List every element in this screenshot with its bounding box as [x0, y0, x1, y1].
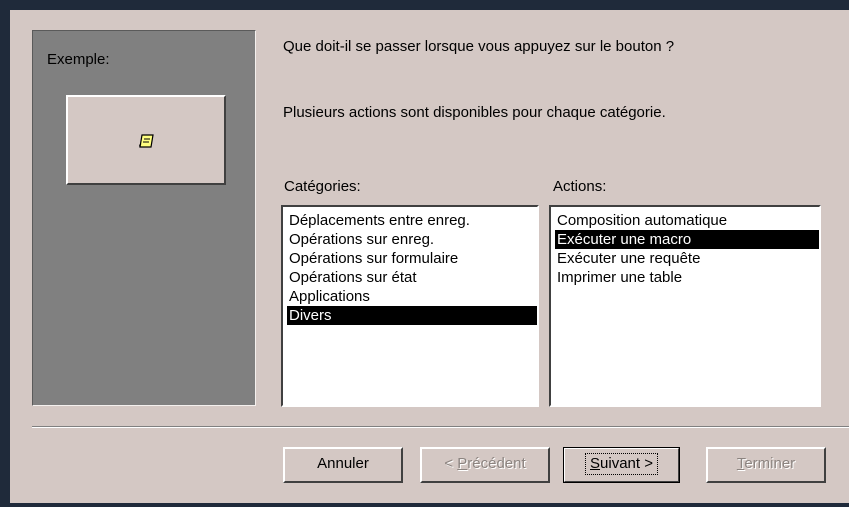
command-button-wizard-dialog: Exemple: Que doit-il se passer lorsque v… [0, 0, 849, 507]
previous-button-rest: récédent [467, 455, 526, 472]
action-item[interactable]: Exécuter une requête [555, 249, 819, 268]
finish-button-rest: erminer [744, 455, 796, 472]
footer-separator [32, 426, 849, 428]
next-button-rest: uivant > [600, 455, 653, 472]
cancel-button[interactable]: Annuler [283, 447, 403, 483]
window-frame-left [0, 0, 10, 507]
scroll-icon [139, 134, 154, 148]
window-frame-bottom [0, 503, 849, 507]
window-frame-top [0, 0, 849, 10]
category-item-selected[interactable]: Divers [287, 306, 537, 325]
example-button-preview [66, 95, 226, 185]
category-item[interactable]: Déplacements entre enreg. [287, 211, 537, 230]
categories-listbox[interactable]: Déplacements entre enreg. Opérations sur… [281, 205, 539, 407]
category-item[interactable]: Opérations sur état [287, 268, 537, 287]
category-item[interactable]: Applications [287, 287, 537, 306]
next-button-focus: Suivant > [585, 453, 658, 475]
next-button-accel: S [590, 455, 601, 472]
cancel-button-label: Annuler [317, 455, 369, 472]
next-button[interactable]: Suivant > [563, 447, 680, 483]
finish-button[interactable]: Terminer [706, 447, 826, 483]
action-item[interactable]: Imprimer une table [555, 268, 819, 287]
category-item[interactable]: Opérations sur formulaire [287, 249, 537, 268]
previous-button-prefix: < [444, 455, 458, 472]
action-item-selected[interactable]: Exécuter une macro [555, 230, 819, 249]
example-label: Exemple: [47, 51, 110, 68]
previous-button[interactable]: < Précédent [420, 447, 550, 483]
categories-label: Catégories: [284, 178, 361, 195]
example-panel: Exemple: [32, 30, 256, 406]
wizard-hint: Plusieurs actions sont disponibles pour … [283, 104, 666, 121]
actions-listbox[interactable]: Composition automatique Exécuter une mac… [549, 205, 821, 407]
action-item[interactable]: Composition automatique [555, 211, 819, 230]
category-item[interactable]: Opérations sur enreg. [287, 230, 537, 249]
previous-button-accel: P [457, 455, 468, 472]
wizard-question: Que doit-il se passer lorsque vous appuy… [283, 38, 675, 55]
actions-label: Actions: [553, 178, 607, 195]
